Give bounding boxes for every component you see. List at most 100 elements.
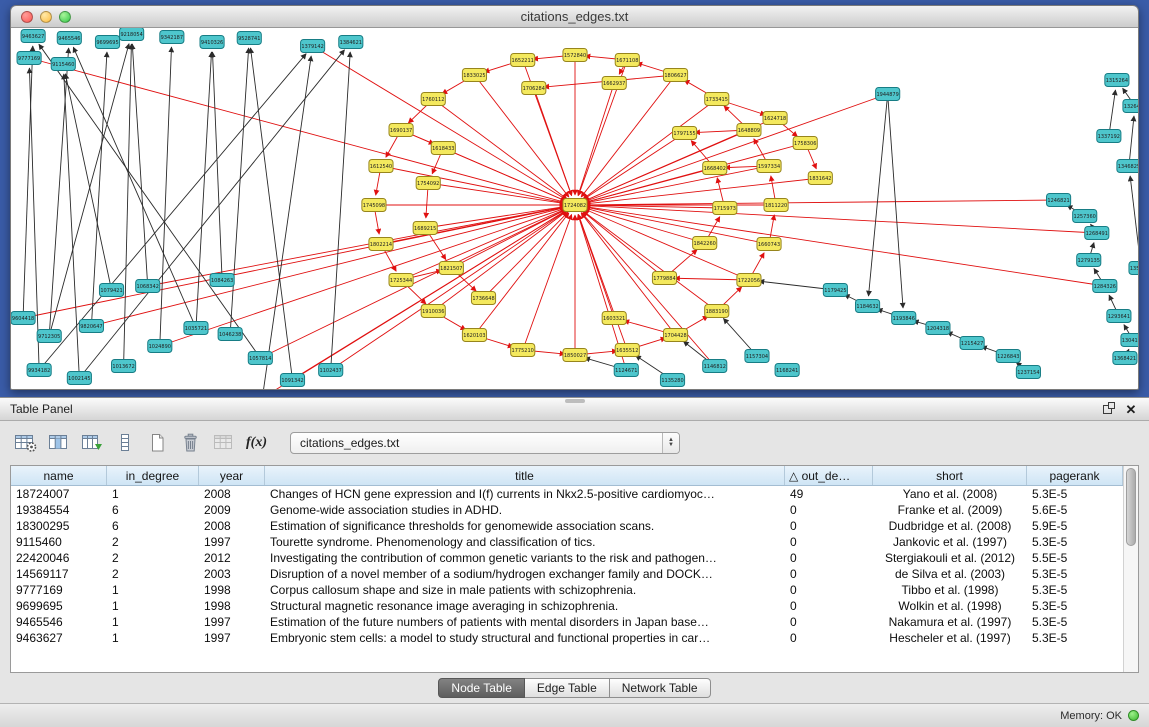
float-panel-icon[interactable] [1099,401,1115,417]
table-row[interactable]: 1938455462009Genome-wide association stu… [11,502,1123,518]
graph-node[interactable]: 9115460 [51,58,75,71]
graph-node[interactable]: 1662937 [602,77,626,90]
graph-edge[interactable] [132,44,147,286]
table-row[interactable]: 2242004622012Investigating the contribut… [11,550,1123,566]
graph-node[interactable]: 1146812 [703,360,727,373]
graph-node[interactable]: 1237154 [1016,366,1040,379]
graph-node[interactable]: 1733415 [705,93,729,106]
graph-node[interactable]: 1722056 [737,274,761,287]
graph-node[interactable]: 1760112 [421,93,445,106]
table-mode-button[interactable] [111,430,138,456]
graph-node[interactable]: 9604418 [11,312,35,325]
graph-node[interactable]: 1168241 [775,364,799,377]
graph-node[interactable]: 1157304 [745,350,769,363]
table-row[interactable]: 1872400712008Changes of HCN gene express… [11,486,1123,502]
graph-node[interactable]: 1079421 [99,284,123,297]
graph-edge[interactable] [160,47,172,346]
network-graph[interactable]: 1724082157284016522111833025176011216901… [11,28,1138,389]
graph-node[interactable]: 1024890 [148,340,172,353]
graph-node[interactable]: 1002145 [67,372,91,385]
column-header-pagerank[interactable]: pagerank [1027,466,1123,485]
network-window-titlebar[interactable]: citations_edges.txt [11,6,1138,28]
graph-edge[interactable] [73,47,196,328]
graph-node[interactable]: 1689215 [413,222,437,235]
table-row[interactable]: 969969511998Structural magnetic resonanc… [11,598,1123,614]
graph-edge[interactable] [65,74,111,290]
graph-edge[interactable] [888,94,903,308]
graph-node[interactable]: 1315264 [1105,74,1129,87]
graph-node[interactable]: 1368421 [1113,352,1137,365]
graph-node[interactable]: 1279135 [1077,254,1101,267]
import-table-button[interactable] [210,430,237,456]
graph-node[interactable]: 1246821 [1047,194,1071,207]
scrollbar-thumb[interactable] [1126,468,1136,546]
graph-node[interactable]: 9463627 [21,30,45,43]
tab-network-table[interactable]: Network Table [610,678,711,698]
graph-node[interactable]: 1758306 [793,137,817,150]
column-header-year[interactable]: year [199,466,265,485]
graph-node[interactable]: 1660743 [757,238,781,251]
graph-node[interactable]: 1883190 [705,305,729,318]
graph-node[interactable]: 1013672 [112,360,136,373]
graph-node[interactable]: 1618433 [431,142,455,155]
graph-node[interactable]: 1384621 [339,36,363,49]
graph-node[interactable]: 1754092 [416,177,440,190]
graph-node[interactable]: 9712305 [37,330,61,343]
graph-edge[interactable] [1129,116,1134,166]
graph-node[interactable]: 1597334 [757,160,781,173]
graph-node[interactable]: 1715973 [713,202,737,215]
graph-node[interactable]: 1226843 [996,350,1020,363]
graph-node[interactable]: 1635512 [615,344,639,357]
close-window-button[interactable] [21,11,33,23]
graph-node[interactable]: 1736648 [471,292,495,305]
panel-resize-handle[interactable] [565,399,585,403]
graph-node[interactable]: 1797155 [673,127,697,140]
graph-node[interactable]: 1811220 [764,199,788,212]
graph-node[interactable]: 1910036 [421,305,445,318]
graph-node[interactable]: 1831642 [808,172,832,185]
graph-node[interactable]: 1091342 [280,374,304,387]
graph-edge[interactable] [584,94,887,202]
column-header-out_de[interactable]: △ out_de… [785,466,873,485]
graph-node[interactable]: 1379142 [301,40,325,53]
select-columns-button[interactable] [45,430,72,456]
graph-edge[interactable] [401,209,566,280]
close-panel-icon[interactable]: ✕ [1123,401,1139,417]
graph-node[interactable]: 1068342 [136,280,160,293]
graph-node[interactable]: 1648809 [737,124,761,137]
table-selector-dropdown[interactable]: citations_edges.txt ▲▼ [290,432,680,454]
graph-node[interactable]: 1084263 [210,274,234,287]
graph-node[interactable]: 1215427 [960,337,984,350]
graph-edge[interactable] [523,214,572,350]
graph-node[interactable]: 1652211 [511,54,535,67]
graph-node[interactable]: 1671108 [615,54,639,67]
graph-node[interactable]: 1624718 [763,112,787,125]
graph-node[interactable]: 9218054 [120,28,144,41]
graph-node[interactable]: 1802214 [369,238,393,251]
graph-edge[interactable] [196,52,212,328]
graph-node[interactable]: 9342187 [160,31,184,44]
graph-edge[interactable] [583,99,717,199]
table-row[interactable]: 946362711997Embryonic stem cells: a mode… [11,630,1123,646]
graph-node[interactable]: 1102437 [319,364,343,377]
graph-node[interactable]: 1046238 [218,328,242,341]
graph-edge[interactable] [262,56,311,389]
graph-edge[interactable] [23,46,33,318]
graph-node[interactable]: 1357318 [1129,262,1138,275]
graph-node[interactable]: 1779884 [652,272,676,285]
column-header-name[interactable]: name [11,466,107,485]
graph-edge[interactable] [381,166,565,203]
graph-edge[interactable] [585,207,769,244]
graph-node[interactable]: 1806627 [663,69,687,82]
tab-node-table[interactable]: Node Table [438,678,525,698]
graph-node[interactable]: 1833025 [462,69,486,82]
graph-node[interactable]: 9820647 [79,320,103,333]
column-header-title[interactable]: title [265,466,785,485]
table-scrollbar[interactable] [1123,466,1138,672]
graph-node[interactable]: 1724082 [563,199,587,212]
graph-node[interactable]: 1821507 [439,262,463,275]
graph-edge[interactable] [39,44,260,358]
graph-node[interactable]: 1706284 [522,82,546,95]
column-header-in_degree[interactable]: in_degree [107,466,199,485]
graph-node[interactable]: 9934182 [27,364,51,377]
